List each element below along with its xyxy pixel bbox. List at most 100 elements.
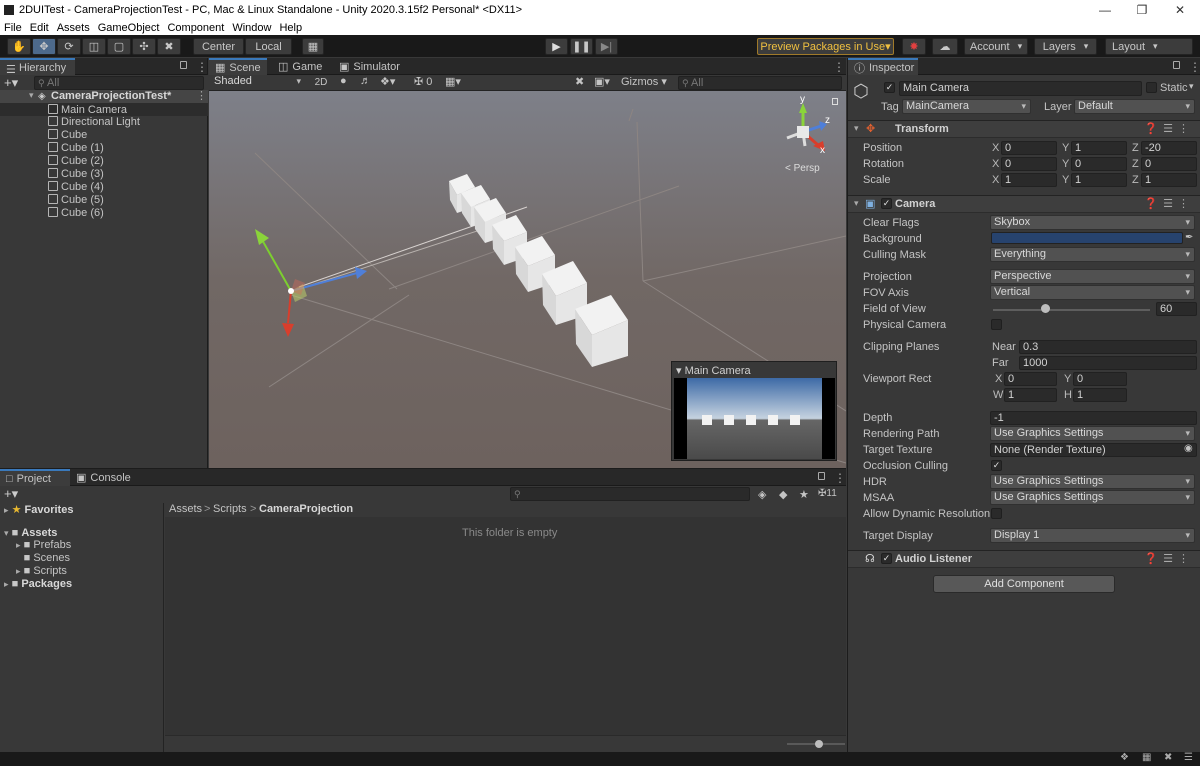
pause-icon[interactable]: ❚❚ [570, 38, 593, 55]
hdr-dropdown[interactable]: Use Graphics Settings [990, 474, 1195, 489]
dynamic-resolution-checkbox[interactable] [991, 508, 1002, 519]
physical-camera-checkbox[interactable] [991, 319, 1002, 330]
breadcrumb-scripts[interactable]: Scripts [213, 503, 247, 515]
minimize-icon[interactable]: — [1087, 0, 1123, 20]
tools-icon[interactable]: ✖ [575, 75, 584, 88]
position-z-field[interactable]: -20 [1141, 141, 1197, 155]
list-item[interactable]: Cube (2) [0, 155, 208, 168]
maximize-icon[interactable]: ❐ [1124, 0, 1160, 20]
msaa-dropdown[interactable]: Use Graphics Settings [990, 490, 1195, 505]
grid-snap-icon[interactable]: ▦ [302, 38, 324, 55]
tab-hierarchy[interactable]: ☰ Hierarchy [0, 58, 75, 76]
fov-axis-dropdown[interactable]: Vertical [990, 285, 1195, 300]
rendering-path-dropdown[interactable]: Use Graphics Settings [990, 426, 1195, 441]
component-controls[interactable]: ❓☰⋮ [1144, 197, 1194, 210]
object-name-field[interactable]: Main Camera [899, 81, 1142, 96]
assets-row[interactable]: ▾ ■ Assets [4, 527, 57, 539]
hidden-packages-icon[interactable]: ✠11 [818, 488, 837, 499]
list-item[interactable]: Cube (1) [0, 142, 208, 155]
near-field[interactable]: 0.3 [1019, 340, 1197, 354]
breadcrumb-assets[interactable]: Assets [169, 503, 202, 515]
expand-caret-icon[interactable]: ▸ [16, 540, 21, 550]
hidden-objects-icon[interactable]: ✠ 0 [414, 75, 432, 88]
shading-mode-dropdown[interactable]: Shaded [211, 75, 305, 90]
tag-dropdown[interactable]: MainCamera [902, 99, 1031, 114]
pivot-mode-button[interactable]: Center [193, 38, 244, 55]
target-display-dropdown[interactable]: Display 1 [990, 528, 1195, 543]
hand-tool-icon[interactable]: ✋ [7, 38, 31, 55]
position-x-field[interactable]: 0 [1001, 141, 1057, 155]
list-item[interactable]: Cube (6) [0, 207, 208, 220]
move-tool-icon[interactable]: ✥ [32, 38, 56, 55]
rotation-z-field[interactable]: 0 [1141, 157, 1197, 171]
layers-dropdown[interactable]: Layers [1034, 38, 1097, 55]
menu-file[interactable]: File [0, 22, 26, 34]
scale-x-field[interactable]: 1 [1001, 173, 1057, 187]
folder-scenes[interactable]: ▸ ■ Scenes [16, 552, 70, 564]
filter-by-type-icon[interactable]: ◈ [758, 488, 766, 501]
expand-caret-icon[interactable]: ▸ [16, 566, 21, 576]
menu-component[interactable]: Component [163, 22, 228, 34]
perspective-label[interactable]: < Persp [785, 163, 820, 174]
step-icon[interactable]: ▶| [595, 38, 618, 55]
menu-window[interactable]: Window [228, 22, 275, 34]
tab-simulator[interactable]: ▣ Simulator [333, 58, 413, 75]
mode-2d-toggle[interactable]: 2D [310, 75, 332, 90]
list-item[interactable]: Main Camera [0, 103, 208, 116]
rotation-x-field[interactable]: 0 [1001, 157, 1057, 171]
active-checkbox[interactable]: ✓ [884, 82, 895, 93]
viewport-y-field[interactable]: 0 [1073, 372, 1127, 386]
inspector-more-options-icon[interactable]: ⋮ [1189, 60, 1200, 74]
folder-prefabs[interactable]: ▸ ■ Prefabs [16, 539, 71, 551]
more-icon[interactable]: ⋮ [1178, 198, 1194, 210]
collapse-caret-icon[interactable]: ▾ [854, 123, 859, 134]
auto-generate-lighting-icon[interactable]: ❖ [1120, 752, 1129, 763]
breadcrumb-current[interactable]: CameraProjection [259, 503, 353, 515]
fov-field[interactable]: 60 [1156, 302, 1197, 316]
component-controls[interactable]: ❓☰⋮ [1144, 122, 1194, 135]
menu-gameobject[interactable]: GameObject [94, 22, 164, 34]
help-icon[interactable]: ❓ [1144, 553, 1163, 565]
account-dropdown[interactable]: Account [964, 38, 1028, 55]
cache-server-icon[interactable]: ▦ [1142, 752, 1151, 763]
create-add-icon[interactable]: +▾ [4, 75, 18, 91]
play-icon[interactable]: ▶ [545, 38, 568, 55]
scene-viewport[interactable]: y z x < Persp ▾ Main Camera [209, 91, 846, 468]
tab-game[interactable]: ◫ Game [272, 58, 332, 75]
layer-dropdown[interactable]: Default [1074, 99, 1195, 114]
pivot-rotation-button[interactable]: Local [245, 38, 292, 55]
gizmos-dropdown[interactable]: Gizmos ▾ [621, 75, 667, 88]
transform-tool-icon[interactable]: ✣ [132, 38, 156, 55]
camera-enabled-checkbox[interactable]: ✓ [881, 198, 892, 209]
folder-scripts[interactable]: ▸ ■ Scripts [16, 565, 67, 577]
list-item[interactable]: Directional Light [0, 116, 208, 129]
project-create-icon[interactable]: +▾ [4, 486, 18, 502]
tab-inspector[interactable]: ⓘ Inspector [848, 58, 918, 75]
viewport-x-field[interactable]: 0 [1004, 372, 1057, 386]
menu-assets[interactable]: Assets [53, 22, 94, 34]
hierarchy-search-input[interactable]: ⚲ All [34, 76, 204, 90]
rect-tool-icon[interactable]: ▢ [107, 38, 131, 55]
culling-mask-dropdown[interactable]: Everything [990, 247, 1195, 262]
menu-edit[interactable]: Edit [26, 22, 53, 34]
eyedropper-icon[interactable]: ✒ [1185, 232, 1193, 243]
scene-search-input[interactable]: ⚲ All [678, 76, 842, 90]
expand-caret-icon[interactable]: ▾ [29, 90, 34, 101]
help-icon[interactable]: ❓ [1144, 123, 1163, 135]
tab-project[interactable]: □ Project [0, 469, 70, 486]
list-item[interactable]: Cube [0, 129, 208, 142]
collapse-caret-icon[interactable]: ▾ [854, 198, 859, 209]
position-y-field[interactable]: 1 [1071, 141, 1127, 155]
depth-field[interactable]: -1 [990, 411, 1197, 425]
lighting-icon[interactable]: ● [340, 75, 347, 87]
preset-icon[interactable]: ☰ [1163, 198, 1178, 210]
audio-icon[interactable]: ♬ [360, 75, 371, 87]
static-dropdown-icon[interactable]: ▾ [1189, 81, 1194, 92]
expand-caret-icon[interactable]: ▸ [4, 505, 9, 515]
scene-more-icon[interactable]: ⋮ [196, 89, 207, 102]
tab-scene[interactable]: ▦ Scene [209, 58, 267, 75]
project-search-input[interactable]: ⚲ [510, 487, 750, 501]
project-more-options-icon[interactable]: ⋮ [834, 471, 846, 485]
add-component-button[interactable]: Add Component [933, 575, 1115, 593]
close-icon[interactable]: ✕ [1162, 0, 1198, 20]
